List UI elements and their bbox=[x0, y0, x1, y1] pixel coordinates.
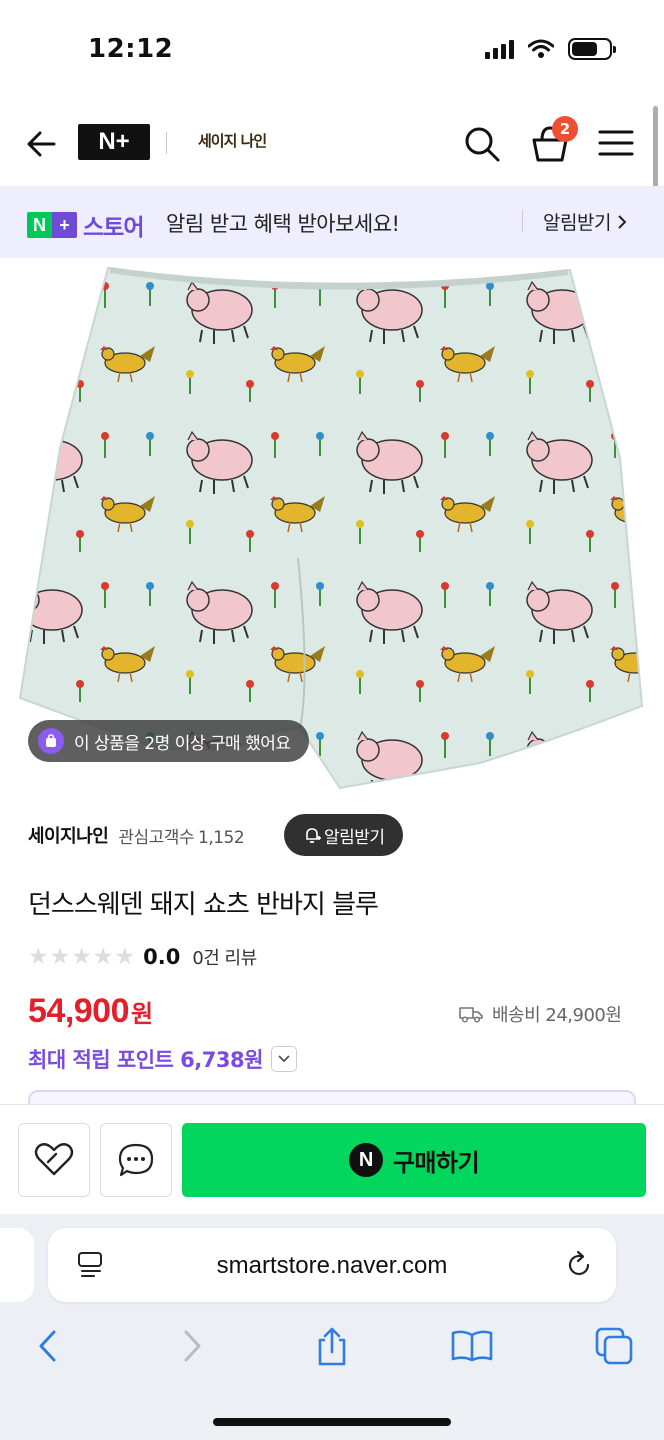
top-nav: N+ 세이지 나인 bbox=[0, 100, 664, 186]
review-count: 0건 리뷰 bbox=[192, 948, 257, 969]
purchase-action-bar: N 구매하기 bbox=[0, 1104, 664, 1214]
price-row: 54,900 원 bbox=[28, 992, 153, 1031]
star-icon: ★ bbox=[92, 944, 114, 970]
nplus-store-logo: N + 스토어 bbox=[27, 208, 144, 242]
promo-notify-button[interactable]: 알림받기 bbox=[543, 208, 627, 235]
battery-icon bbox=[568, 38, 616, 60]
tabs-icon bbox=[595, 1327, 633, 1365]
seller-notify-label: 알림받기 bbox=[324, 827, 385, 848]
shipping-info[interactable]: 배송비 24,900원 bbox=[458, 1001, 622, 1027]
points-text: 최대 적립 포인트 6,738원 bbox=[28, 1048, 263, 1072]
bell-plus-icon bbox=[306, 828, 321, 844]
bookmarks-button[interactable] bbox=[450, 1324, 494, 1368]
buyers-notice-text: 이 상품을 2명 이상 구매 했어요 bbox=[74, 733, 291, 754]
naver-plus-logo[interactable]: N+ bbox=[78, 124, 150, 160]
back-arrow-icon[interactable] bbox=[22, 124, 62, 164]
promo-banner[interactable]: N + 스토어 알림 받고 혜택 받아보세요! 알림받기 bbox=[0, 186, 664, 258]
star-icon: ★ bbox=[28, 944, 49, 970]
shopping-bag-icon bbox=[38, 728, 64, 754]
status-bar: 12:12 bbox=[0, 0, 664, 100]
browser-toolbar bbox=[0, 1322, 664, 1372]
address-bar[interactable]: smartstore.naver.com bbox=[48, 1228, 616, 1302]
browser-back-button[interactable] bbox=[26, 1324, 70, 1368]
star-icon: ★ bbox=[49, 944, 71, 970]
chevron-down-icon bbox=[278, 1055, 290, 1063]
promo-divider bbox=[522, 210, 523, 232]
heart-plus-icon bbox=[34, 1143, 74, 1176]
store-label: 스토어 bbox=[83, 215, 144, 241]
browser-chrome: smartstore.naver.com bbox=[0, 1214, 664, 1440]
rating-stars: ★ ★ ★ ★ ★ bbox=[28, 944, 135, 970]
search-icon[interactable] bbox=[462, 124, 502, 164]
price-unit: 원 bbox=[131, 1000, 154, 1028]
chevron-left-icon bbox=[39, 1330, 56, 1362]
cellular-signal-icon bbox=[485, 39, 514, 59]
status-time: 12:12 bbox=[88, 34, 174, 64]
nav-divider bbox=[166, 132, 167, 154]
rating-row[interactable]: ★ ★ ★ ★ ★ 0.0 0건 리뷰 bbox=[28, 944, 257, 970]
shipping-text: 배송비 24,900원 bbox=[492, 1005, 622, 1026]
wifi-icon bbox=[528, 39, 554, 58]
buyers-notice-pill: 이 상품을 2명 이상 구매 했어요 bbox=[28, 720, 309, 762]
seller-fans: 관심고객수 1,152 bbox=[118, 823, 244, 848]
naver-pay-icon: N bbox=[348, 1143, 383, 1177]
chevron-right-icon bbox=[618, 214, 627, 229]
fans-label: 관심고객수 bbox=[118, 827, 195, 848]
seller-notify-button[interactable]: 알림받기 bbox=[284, 814, 403, 856]
book-icon bbox=[451, 1330, 493, 1362]
fans-count: 1,152 bbox=[198, 827, 245, 848]
logo-text: N+ bbox=[98, 128, 130, 155]
star-icon: ★ bbox=[71, 944, 92, 970]
seller-row: 세이지나인 관심고객수 1,152 알림받기 bbox=[28, 814, 648, 856]
buy-label: 구매하기 bbox=[392, 1148, 480, 1177]
browser-forward-button[interactable] bbox=[170, 1324, 214, 1368]
url-text: smartstore.naver.com bbox=[216, 1252, 448, 1279]
hamburger-menu-icon[interactable] bbox=[598, 128, 634, 158]
promo-cta-label: 알림받기 bbox=[543, 212, 611, 234]
truck-icon bbox=[459, 1007, 483, 1023]
cart-count-badge: 2 bbox=[552, 116, 578, 142]
wishlist-button[interactable] bbox=[18, 1123, 90, 1197]
status-icons bbox=[485, 38, 616, 60]
promo-text: 알림 받고 혜택 받아보세요! bbox=[166, 212, 400, 236]
star-icon: ★ bbox=[114, 944, 136, 970]
points-row: 최대 적립 포인트 6,738원 bbox=[28, 1044, 297, 1074]
rating-score: 0.0 bbox=[143, 945, 181, 969]
home-indicator bbox=[213, 1418, 451, 1426]
seller-name[interactable]: 세이지나인 bbox=[28, 822, 109, 848]
share-icon bbox=[318, 1327, 346, 1366]
product-title: 던스스웨덴 돼지 쇼츠 반바지 블루 bbox=[28, 890, 379, 920]
shop-logo[interactable]: 세이지 나인 bbox=[198, 130, 267, 151]
talk-chat-button[interactable] bbox=[100, 1123, 172, 1197]
chat-bubble-icon bbox=[118, 1143, 154, 1177]
chevron-right-icon bbox=[184, 1330, 201, 1362]
previous-tab-peek[interactable] bbox=[0, 1228, 34, 1302]
share-button[interactable] bbox=[310, 1324, 354, 1368]
points-expand-button[interactable] bbox=[270, 1046, 297, 1072]
tabs-button[interactable] bbox=[592, 1324, 636, 1368]
reload-icon[interactable] bbox=[564, 1250, 594, 1280]
price-value: 54,900 bbox=[28, 992, 130, 1030]
buy-button[interactable]: N 구매하기 bbox=[182, 1123, 646, 1197]
